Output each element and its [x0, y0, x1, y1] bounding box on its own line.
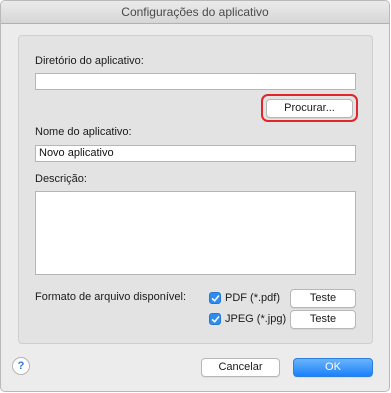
ok-button[interactable]: OK: [293, 358, 373, 377]
jpeg-checkbox-label: JPEG (*.jpg): [225, 313, 287, 325]
question-mark-icon: ?: [17, 360, 25, 372]
description-textarea[interactable]: [35, 191, 356, 275]
cancel-button[interactable]: Cancelar: [201, 358, 280, 377]
checkmark-icon: [211, 315, 219, 323]
file-format-label: Formato de arquivo disponível:: [35, 291, 187, 303]
jpeg-checkbox[interactable]: [209, 313, 221, 325]
jpeg-test-button[interactable]: Teste: [290, 310, 356, 329]
checkmark-icon: [211, 294, 219, 302]
app-settings-dialog: Configurações do aplicativo Diretório do…: [0, 0, 390, 392]
pdf-test-button[interactable]: Teste: [290, 289, 356, 308]
jpeg-checkbox-row[interactable]: JPEG (*.jpg): [209, 311, 286, 327]
app-name-input[interactable]: Novo aplicativo: [35, 145, 356, 162]
window-title: Configurações do aplicativo: [1, 1, 389, 24]
directory-input[interactable]: [35, 73, 356, 90]
pdf-checkbox-label: PDF (*.pdf): [225, 292, 281, 304]
app-name-label: Nome do aplicativo:: [35, 126, 132, 138]
pdf-checkbox-row[interactable]: PDF (*.pdf): [209, 290, 280, 306]
help-button[interactable]: ?: [12, 357, 30, 375]
pdf-checkbox[interactable]: [209, 292, 221, 304]
description-label: Descrição:: [35, 173, 87, 185]
directory-label: Diretório do aplicativo:: [35, 55, 144, 67]
browse-button[interactable]: Procurar...: [266, 99, 353, 118]
